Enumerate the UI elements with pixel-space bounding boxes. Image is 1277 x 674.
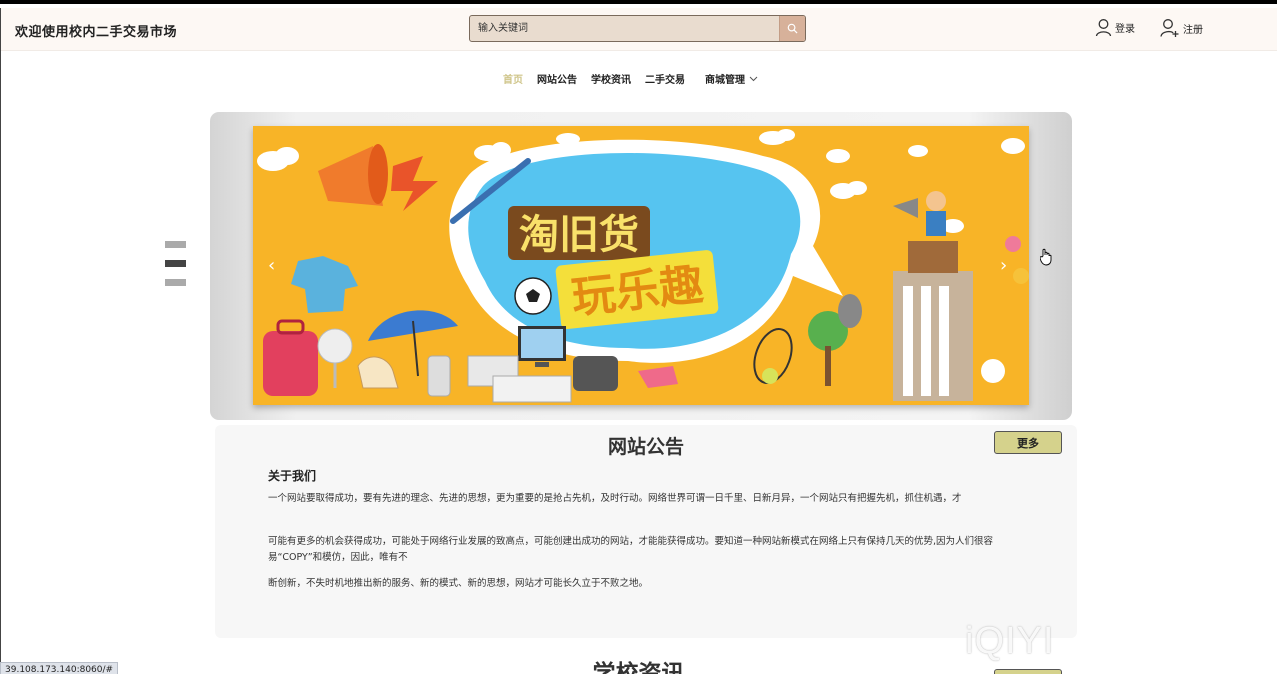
main-nav: 首页 网站公告 学校资讯 二手交易 商城管理 — [503, 71, 772, 86]
site-title: 欢迎使用校内二手交易市场 — [15, 25, 178, 40]
announcement-section: 网站公告 更多 关于我们 一个网站要取得成功，要有先进的理念、先进的思想，更为重… — [215, 425, 1077, 638]
school-news-section-title: 学校资讯 — [592, 661, 685, 674]
banner-text-line1: 淘旧货 — [519, 212, 639, 258]
chevron-down-icon — [749, 76, 758, 81]
hand-cursor-icon — [1040, 248, 1052, 266]
top-header: 欢迎使用校内二手交易市场 登录 注册 — [1, 8, 1277, 51]
login-label: 登录 — [1115, 24, 1135, 35]
announcement-section-title: 网站公告 — [607, 436, 684, 458]
banner-image: 淘旧货 玩乐趣 — [253, 126, 1029, 405]
login-link[interactable]: 登录 — [1095, 18, 1135, 37]
nav-dropdown-label: 商城管理 — [705, 75, 745, 86]
search-input[interactable] — [470, 16, 779, 41]
carousel-prev-arrow[interactable]: ‹ — [268, 255, 275, 276]
banner-carousel: 淘旧货 玩乐趣 ‹ › — [210, 112, 1072, 420]
school-news-more-button[interactable]: 更多 — [994, 669, 1062, 674]
carousel-indicator[interactable] — [165, 241, 186, 248]
carousel-indicator-active[interactable] — [165, 260, 186, 267]
status-bar-url: 39.108.173.140:8060/# — [0, 662, 119, 674]
register-label: 注册 — [1183, 24, 1203, 36]
iqiyi-watermark-logo: iQIYI — [965, 620, 1055, 662]
user-icon — [1095, 19, 1112, 37]
carousel-indicator[interactable] — [165, 279, 186, 286]
nav-item-second-hand[interactable]: 二手交易 — [645, 71, 685, 86]
window-left-edge — [0, 8, 1, 674]
search-button[interactable] — [779, 16, 805, 41]
nav-item-announcements[interactable]: 网站公告 — [537, 71, 577, 86]
add-user-icon — [1160, 19, 1179, 37]
carousel-indicators — [165, 241, 186, 298]
announcement-more-button[interactable]: 更多 — [994, 431, 1062, 454]
article-paragraph: 可能有更多的机会获得成功，可能处于网络行业发展的致高点，可能创建出成功的网站，才… — [268, 536, 994, 563]
carousel-next-arrow[interactable]: › — [1000, 255, 1007, 276]
nav-item-home[interactable]: 首页 — [503, 71, 523, 86]
article-paragraph: 断创新，不失时机地推出新的服务、新的模式、新的思想，网站才可能长久立于不败之地。 — [268, 578, 649, 589]
article-paragraph: 一个网站要取得成功，要有先进的理念、先进的思想，更为重要的是抢占先机，及时行动。… — [268, 493, 962, 504]
article-title: 关于我们 — [268, 469, 317, 483]
nav-item-school-news[interactable]: 学校资讯 — [591, 71, 631, 86]
register-link[interactable]: 注册 — [1160, 18, 1203, 38]
search-icon — [787, 23, 798, 34]
nav-item-mall-management[interactable]: 商城管理 — [705, 71, 758, 86]
search-box — [469, 15, 806, 42]
